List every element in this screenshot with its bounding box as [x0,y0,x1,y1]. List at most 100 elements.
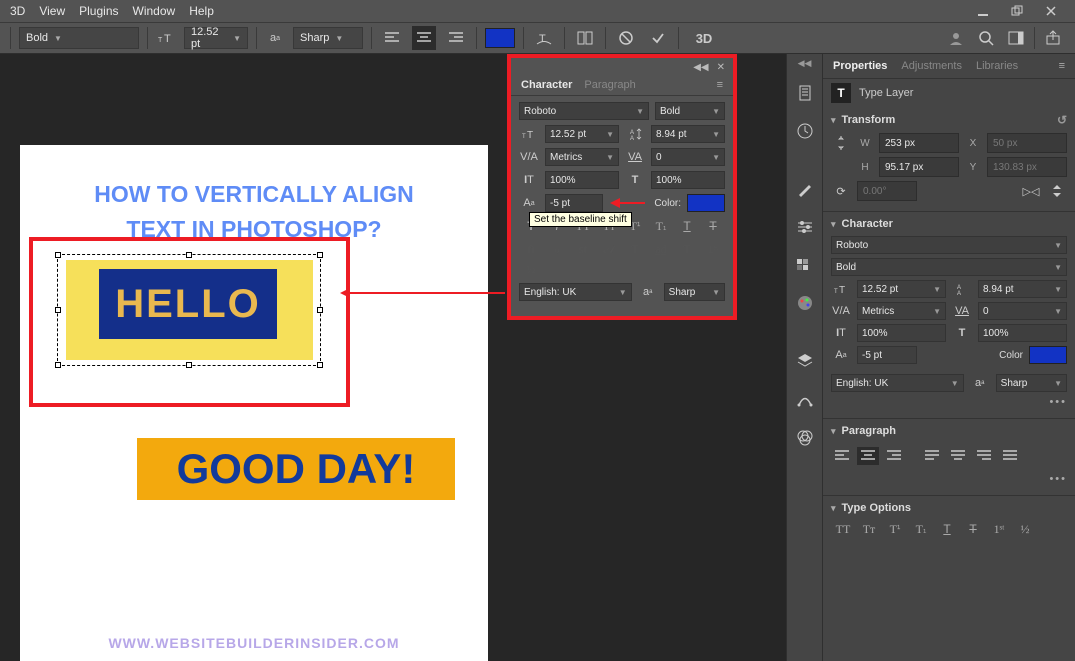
underline-icon[interactable]: T [935,520,959,538]
color-panel-icon[interactable] [791,289,819,317]
para-align-center-icon[interactable] [857,447,879,465]
more-options-icon[interactable]: ••• [831,396,1067,408]
restore-icon[interactable] [1003,2,1031,20]
transform-selection[interactable] [57,254,321,366]
ligature-st-icon[interactable]: st [571,240,595,258]
brush-settings-icon[interactable] [791,213,819,241]
section-type-options[interactable]: Type Options [842,502,911,514]
underline-icon[interactable]: T [675,217,699,235]
font-family-dropdown[interactable]: Roboto▼ [519,102,649,120]
subscript-icon[interactable]: T₁ [649,217,673,235]
panel-menu-icon[interactable]: ≡ [717,79,723,91]
canvas-area[interactable]: HOW TO VERTICALLY ALIGN TEXT IN PHOTOSHO… [0,54,786,661]
language-dropdown[interactable]: English: UK▼ [519,283,632,301]
tab-character[interactable]: Character [521,79,572,91]
char-panel-icon[interactable] [573,26,597,50]
tab-libraries[interactable]: Libraries [976,60,1018,72]
vscale-field[interactable]: 100% [545,171,619,189]
workspace-icon[interactable] [1004,26,1028,50]
section-transform[interactable]: Transform [842,114,896,126]
text-color-swatch[interactable] [485,28,515,48]
actions-panel-icon[interactable] [791,117,819,145]
rp-hscale[interactable]: 100% [978,324,1067,342]
para-align-right-icon[interactable] [883,447,905,465]
align-center-icon[interactable] [412,26,436,50]
superscript-icon[interactable]: T¹ [883,520,907,538]
rp-color-swatch[interactable] [1029,346,1067,364]
rp-font-weight[interactable]: Bold▼ [831,258,1067,276]
paths-panel-icon[interactable] [791,385,819,413]
rp-antialias[interactable]: Sharp▼ [996,374,1067,392]
para-align-left-icon[interactable] [831,447,853,465]
channels-panel-icon[interactable] [791,423,819,451]
hscale-field[interactable]: 100% [651,171,725,189]
titling-icon[interactable]: T [623,240,647,258]
width-field[interactable]: 253 px [879,133,959,153]
menu-plugins[interactable]: Plugins [79,4,118,18]
close-icon[interactable] [1037,2,1065,20]
font-weight-dropdown-panel[interactable]: Bold▼ [655,102,725,120]
share-icon[interactable] [1041,26,1065,50]
swatches-panel-icon[interactable] [791,251,819,279]
menu-3d[interactable]: 3D [10,4,25,18]
rp-vscale[interactable]: 100% [857,324,946,342]
text-color-swatch-panel[interactable] [687,194,725,212]
justify-left-icon[interactable] [921,447,943,465]
strikethrough-icon[interactable]: T [701,217,725,235]
fractions-icon[interactable]: ½ [1013,520,1037,538]
rp-language[interactable]: English: UK▼ [831,374,964,392]
flip-v-icon[interactable] [1047,182,1067,200]
font-size-field[interactable]: 12.52 pt▼ [545,125,619,143]
antialias-dropdown[interactable]: Sharp▼ [293,27,363,49]
reset-icon[interactable]: ↺ [1057,113,1067,127]
ordinals-icon[interactable]: a̲d̲ [649,240,673,258]
menu-help[interactable]: Help [189,4,214,18]
commit-icon[interactable] [646,26,670,50]
character-panel[interactable]: ◀◀ ✕ Character Paragraph ≡ Roboto▼ Bold▼… [507,54,737,320]
section-character[interactable]: Character [842,218,893,230]
strikethrough-icon[interactable]: T [961,520,985,538]
allcaps-icon[interactable]: TT [831,520,855,538]
flip-h-icon[interactable]: ▷◁ [1021,182,1041,200]
tracking-field[interactable]: 0▼ [651,148,725,166]
tab-paragraph[interactable]: Paragraph [584,79,635,91]
ligature-fi-icon[interactable]: fi [519,240,543,258]
smallcaps-icon[interactable]: Tᴛ [857,520,881,538]
x-field[interactable]: 50 px [987,133,1067,153]
rp-font-family[interactable]: Roboto▼ [831,236,1067,254]
font-weight-dropdown[interactable]: Bold▼ [19,27,139,49]
rp-font-size[interactable]: 12.52 pt▼ [857,280,946,298]
fractions-icon[interactable]: ½ [519,260,543,278]
collapse-icon[interactable]: ◀◀ [693,62,708,73]
leading-field[interactable]: 8.94 pt▼ [651,125,725,143]
3d-button[interactable]: 3D [687,26,721,50]
rp-baseline[interactable]: -5 pt [857,346,917,364]
angle-field[interactable]: 0.00° [857,181,917,201]
link-wh-icon[interactable] [831,134,851,152]
dock-collapse-icon[interactable]: ◀◀ [798,58,812,69]
justify-center-icon[interactable] [947,447,969,465]
panel-menu-icon[interactable]: ≡ [1059,60,1065,72]
close-panel-icon[interactable]: ✕ [717,62,725,73]
stylistic-icon[interactable]: T [675,240,699,258]
search-icon[interactable] [974,26,998,50]
kerning-field[interactable]: Metrics▼ [545,148,619,166]
tab-adjustments[interactable]: Adjustments [901,60,962,72]
warp-text-icon[interactable]: T [532,26,556,50]
cancel-icon[interactable] [614,26,638,50]
panel-antialias-dropdown[interactable]: Sharp▼ [664,283,725,301]
more-options-icon[interactable]: ••• [831,473,1067,485]
subscript-icon[interactable]: T₁ [909,520,933,538]
oldstyle-icon[interactable]: 1ˢᵗ [701,240,725,258]
layers-panel-icon[interactable] [791,347,819,375]
minimize-icon[interactable] [969,2,997,20]
align-left-icon[interactable] [380,26,404,50]
baseline-shift-field[interactable]: -5 pt [545,194,603,212]
menu-window[interactable]: Window [133,4,176,18]
swash-icon[interactable]: 𝒜 [597,240,621,258]
history-panel-icon[interactable] [791,79,819,107]
oldstyle-icon[interactable]: 1ˢᵗ [987,520,1011,538]
height-field[interactable]: 95.17 px [879,157,959,177]
justify-all-icon[interactable] [999,447,1021,465]
align-right-icon[interactable] [444,26,468,50]
